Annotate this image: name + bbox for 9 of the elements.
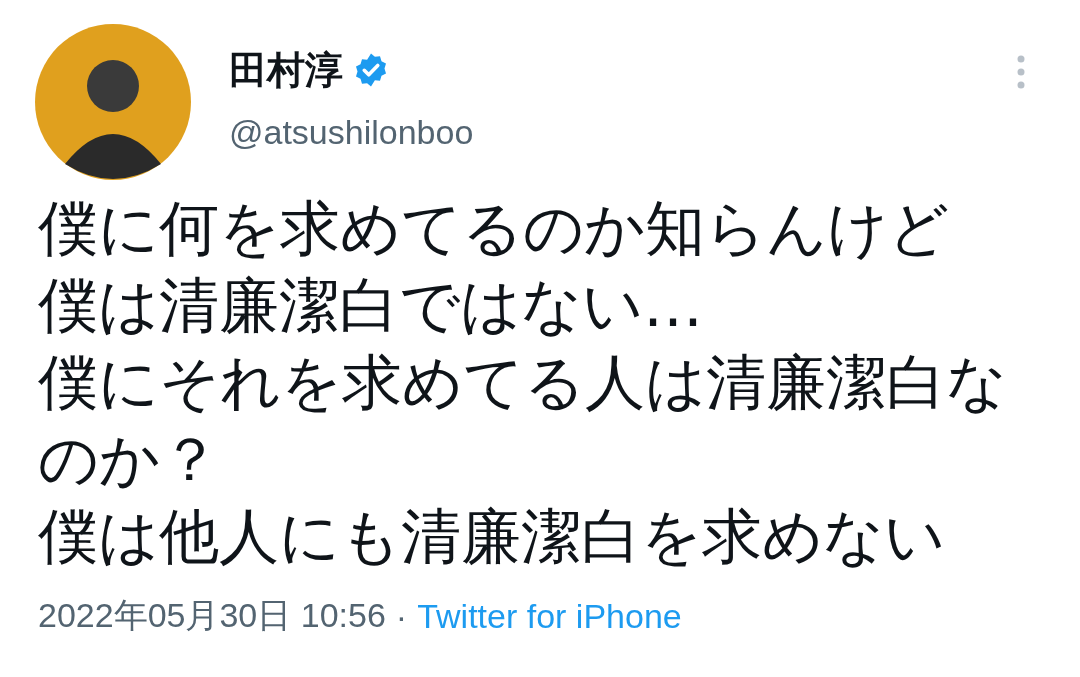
tweet-timestamp: 2022年05月30日 10:56: [38, 595, 386, 636]
author-handle[interactable]: @atsushilonboo: [229, 110, 474, 154]
avatar[interactable]: [35, 24, 191, 180]
tweet-text-line: 僕は清廉潔白ではない…: [38, 269, 704, 342]
tweet-text-line: 僕にそれを求めてる人は清廉潔白なのか？: [38, 346, 1008, 496]
separator-dot: ·: [395, 596, 408, 636]
author-name[interactable]: 田村淳: [229, 46, 343, 94]
tweet-text-line: 僕に何を求めてるのか知らんけど: [38, 192, 950, 265]
tweet-text-line: 僕は他人にも清廉潔白を求めない: [38, 500, 946, 573]
